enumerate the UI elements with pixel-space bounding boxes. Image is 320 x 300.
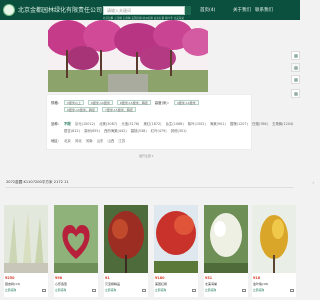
- hero-banner-image: [48, 20, 208, 92]
- filter-panel: 规格: 5厘米以上 6厘米-10厘米 8厘米-15厘米，胸径 高度(米): 4厘…: [46, 94, 293, 150]
- filter-label: 规格:: [51, 101, 59, 105]
- filter-tag[interactable]: 北京: [64, 139, 71, 143]
- filter-chip[interactable]: 5厘米以上: [64, 100, 84, 105]
- filter-label: 品种:: [51, 122, 59, 126]
- buy-button[interactable]: 立即采购: [105, 288, 116, 292]
- filter-tag[interactable]: 西府海棠(442): [104, 129, 127, 133]
- filter-tag[interactable]: 元宝(3176): [121, 122, 139, 126]
- product-price: ¥180: [155, 276, 165, 280]
- filter-tag[interactable]: 银杏(812): [64, 129, 80, 133]
- filter-tag[interactable]: 其他(301): [171, 129, 187, 133]
- filter-chip[interactable]: 8厘米-15厘米，胸径: [116, 100, 151, 105]
- filter-tag[interactable]: 红叶(479): [151, 129, 167, 133]
- product-card[interactable]: ¥180 美国红枫 立即采购: [154, 205, 198, 297]
- phone-icon: [294, 66, 298, 70]
- arrow-up-icon: [294, 92, 298, 96]
- product-card[interactable]: ¥31 北美海棠 立即采购: [204, 205, 248, 297]
- product-grid: ¥250 银杏树(13) 立即采购 ¥98 心形造型 立即采购 ¥1 元宝枫精品…: [4, 205, 296, 300]
- filter-label: 高度(米):: [154, 101, 169, 105]
- filter-tag[interactable]: 江苏: [118, 139, 125, 143]
- filter-tag[interactable]: 不限: [64, 122, 71, 126]
- filter-tag[interactable]: 山东: [97, 139, 104, 143]
- product-card[interactable]: ¥98 心形造型 立即采购: [54, 205, 98, 297]
- cart-icon[interactable]: [192, 289, 196, 292]
- product-name[interactable]: 美国红枫: [155, 282, 167, 286]
- product-price: ¥98: [55, 276, 63, 280]
- product-image[interactable]: [204, 205, 248, 273]
- product-card[interactable]: ¥18 金叶榆(18) 立即采购: [252, 205, 296, 297]
- filter-tag[interactable]: 山西: [107, 139, 114, 143]
- divider: [6, 187, 294, 188]
- filter-tag[interactable]: 河北: [75, 139, 82, 143]
- product-name[interactable]: 元宝枫精品: [105, 282, 120, 286]
- filter-label: 地区:: [51, 139, 59, 143]
- cart-icon[interactable]: [42, 289, 46, 292]
- filter-chip[interactable]: 6厘米-10厘米: [88, 100, 113, 105]
- side-service-button[interactable]: [291, 51, 300, 60]
- product-card[interactable]: ¥1 元宝枫精品 立即采购: [104, 205, 148, 297]
- search-button[interactable]: [185, 6, 191, 15]
- section-title: 2072苗圃 K1107200平方米 2172 11: [6, 180, 69, 184]
- qrcode-icon: [294, 78, 298, 82]
- nav-home[interactable]: 首页(4): [200, 7, 215, 13]
- cart-icon[interactable]: [92, 289, 96, 292]
- side-qrcode-button[interactable]: [291, 75, 300, 84]
- filter-tag[interactable]: 京元(10012): [75, 122, 95, 126]
- product-name[interactable]: 金叶榆(18): [253, 282, 268, 286]
- filter-row-variety-2: 品种: 银杏(812) 栾树(655) 西府海棠(442) 碧桃(538) 红叶…: [51, 128, 190, 133]
- filter-tag[interactable]: 白蜡(786): [252, 122, 268, 126]
- filter-tag[interactable]: 碧桃(538): [131, 129, 147, 133]
- site-name[interactable]: 北京金都园林绿化有限责任公司: [18, 5, 102, 14]
- product-image[interactable]: [104, 205, 148, 273]
- filter-tag[interactable]: 紫叶(1502): [188, 122, 206, 126]
- logo-icon[interactable]: [3, 4, 15, 16]
- cart-icon[interactable]: [242, 289, 246, 292]
- filter-row-spec-2: 规格: 6厘米-10厘米，胸径 7厘米-15厘米，胸径: [51, 107, 139, 112]
- filter-tag[interactable]: 海棠(901): [210, 122, 226, 126]
- buy-button[interactable]: 立即采购: [205, 288, 216, 292]
- buy-button[interactable]: 立即采购: [55, 288, 66, 292]
- filter-row-region: 地区: 北京 河北 河南 山东 山西 江苏: [51, 138, 128, 143]
- product-name[interactable]: 心形造型: [55, 282, 67, 286]
- filter-tag[interactable]: 国槐(1207): [230, 122, 248, 126]
- chat-icon: [294, 54, 298, 58]
- product-image[interactable]: [54, 205, 98, 273]
- product-card[interactable]: ¥250 银杏树(13) 立即采购: [4, 205, 48, 297]
- filter-tag[interactable]: 丛生(1068): [166, 122, 184, 126]
- nav-contact[interactable]: 联系我们: [255, 7, 273, 13]
- product-price: ¥18: [253, 276, 261, 280]
- filter-tag[interactable]: 北美(3087): [99, 122, 117, 126]
- filter-row-variety: 品种: 不限 京元(10012) 北美(3087) 元宝(3176) 美红(18…: [51, 121, 296, 126]
- nav-about[interactable]: 关于我们: [233, 7, 251, 13]
- filter-chip[interactable]: 7厘米-15厘米，胸径: [101, 107, 136, 112]
- search-input[interactable]: 请输入关键词: [103, 6, 185, 15]
- filter-row-spec: 规格: 5厘米以上 6厘米-10厘米 8厘米-15厘米，胸径 高度(米): 4厘…: [51, 100, 202, 105]
- product-price: ¥250: [5, 276, 15, 280]
- product-image[interactable]: [154, 205, 198, 273]
- buy-button[interactable]: 立即采购: [5, 288, 16, 292]
- filter-tag[interactable]: 五角枫(1204): [272, 122, 293, 126]
- buy-button[interactable]: 立即采购: [253, 288, 264, 292]
- side-phone-button[interactable]: [291, 63, 300, 72]
- product-name[interactable]: 北美海棠: [205, 282, 217, 286]
- expand-filters-link[interactable]: 展开全部 ▾: [139, 154, 153, 158]
- back-to-top-button[interactable]: [291, 89, 300, 98]
- cart-icon[interactable]: [290, 289, 294, 292]
- product-price: ¥31: [205, 276, 213, 280]
- chevron-left-icon[interactable]: ‹: [312, 180, 314, 185]
- filter-chip[interactable]: 4厘米-10厘米: [173, 100, 199, 105]
- product-image[interactable]: [4, 205, 48, 273]
- product-name[interactable]: 银杏树(13): [5, 282, 20, 286]
- product-image[interactable]: [252, 205, 296, 273]
- filter-tag[interactable]: 栾树(655): [84, 129, 100, 133]
- buy-button[interactable]: 立即采购: [155, 288, 166, 292]
- cart-icon[interactable]: [142, 289, 146, 292]
- filter-tag[interactable]: 美红(1872): [143, 122, 161, 126]
- filter-chip[interactable]: 6厘米-10厘米，胸径: [64, 107, 98, 112]
- filter-tag[interactable]: 河南: [86, 139, 93, 143]
- product-price: ¥1: [105, 276, 110, 280]
- top-header: 北京金都园林绿化有限责任公司 请输入关键词 北京红枫 元宝枫 五角枫 美国红枫 …: [0, 0, 300, 20]
